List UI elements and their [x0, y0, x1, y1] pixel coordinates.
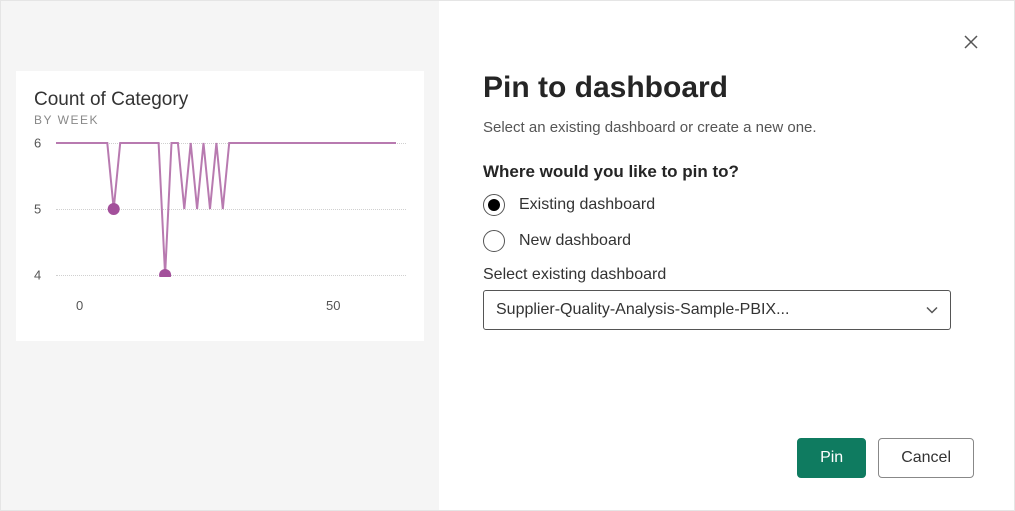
form-panel: Pin to dashboard Select an existing dash… — [439, 1, 1014, 510]
x-tick: 50 — [326, 298, 340, 313]
pin-location-label: Where would you like to pin to? — [483, 162, 974, 182]
radio-icon — [483, 194, 505, 216]
data-marker — [108, 203, 120, 215]
y-tick: 4 — [34, 268, 41, 283]
close-button[interactable] — [960, 29, 982, 58]
radio-dot-icon — [488, 199, 500, 211]
chart-tile: Count of Category BY WEEK 6 5 4 0 — [16, 71, 424, 341]
radio-icon — [483, 230, 505, 252]
chart-subtitle: BY WEEK — [34, 113, 406, 127]
radio-label: Existing dashboard — [519, 196, 655, 214]
y-tick: 5 — [34, 202, 41, 217]
cancel-button[interactable]: Cancel — [878, 438, 974, 478]
chevron-down-icon — [926, 306, 938, 314]
close-icon — [964, 35, 978, 49]
x-tick: 0 — [76, 298, 83, 313]
preview-panel: Count of Category BY WEEK 6 5 4 0 — [1, 1, 439, 510]
y-tick: 6 — [34, 136, 41, 151]
radio-existing-dashboard[interactable]: Existing dashboard — [483, 194, 974, 216]
select-dashboard-label: Select existing dashboard — [483, 266, 974, 284]
data-marker — [159, 269, 171, 277]
radio-new-dashboard[interactable]: New dashboard — [483, 230, 974, 252]
dialog-description: Select an existing dashboard or create a… — [483, 119, 974, 136]
line-chart-svg — [56, 137, 396, 277]
dashboard-dropdown[interactable]: Supplier-Quality-Analysis-Sample-PBIX... — [483, 290, 951, 330]
dropdown-value: Supplier-Quality-Analysis-Sample-PBIX... — [496, 301, 789, 319]
chart-title: Count of Category — [34, 89, 406, 111]
pin-button[interactable]: Pin — [797, 438, 866, 478]
button-row: Pin Cancel — [797, 438, 974, 478]
line-series — [56, 143, 396, 275]
plot-area: 6 5 4 — [46, 137, 406, 292]
dialog-title: Pin to dashboard — [483, 71, 974, 105]
radio-label: New dashboard — [519, 232, 631, 250]
pin-dialog: Count of Category BY WEEK 6 5 4 0 — [1, 1, 1014, 510]
